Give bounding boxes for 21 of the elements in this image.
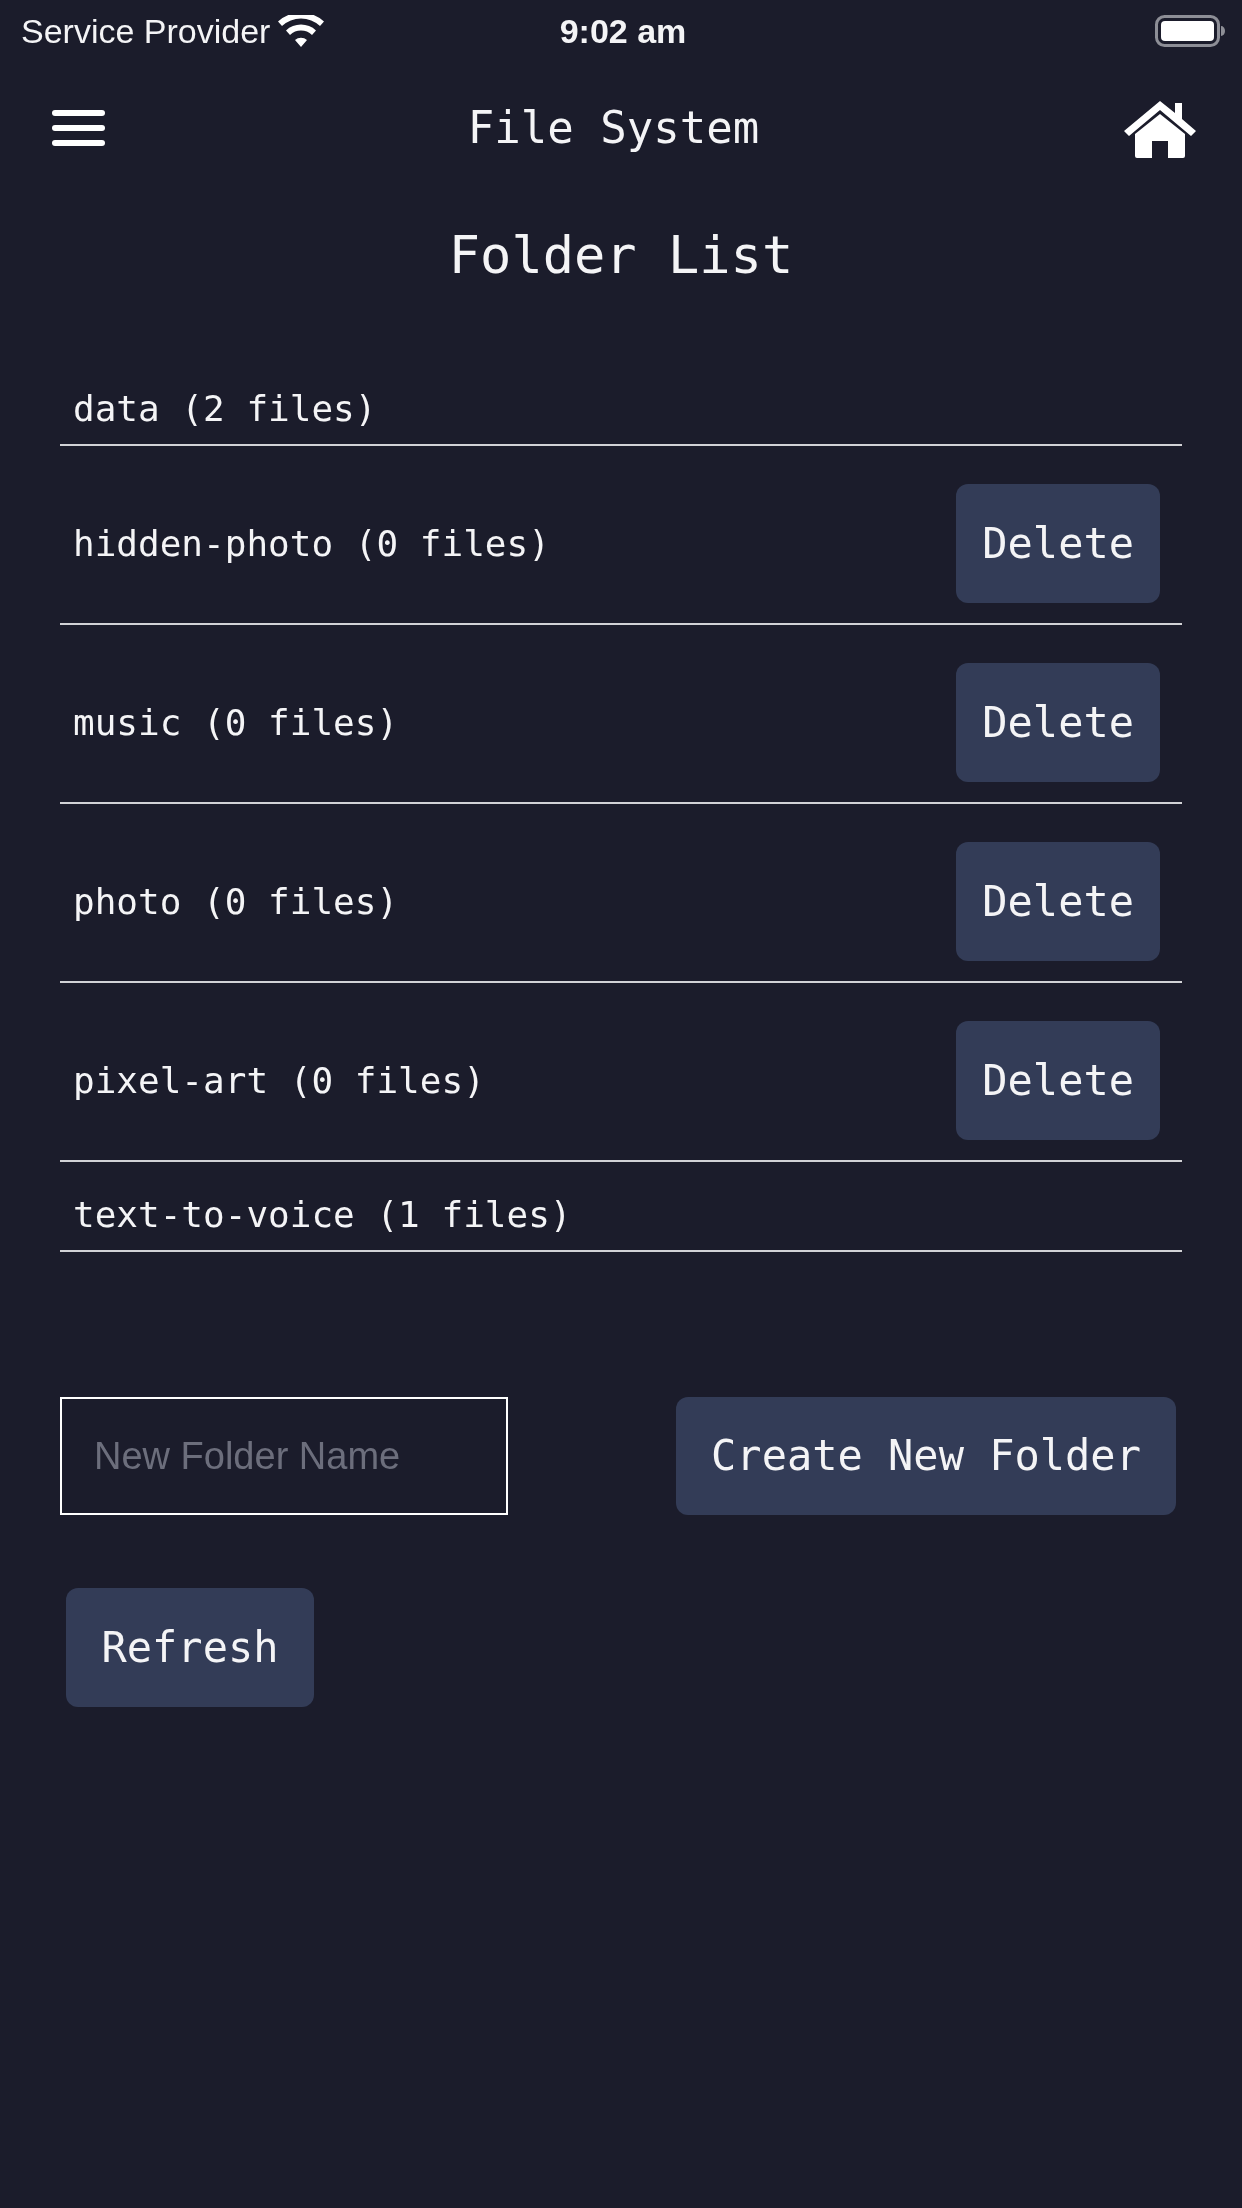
wifi-icon bbox=[278, 15, 325, 47]
delete-button[interactable]: Delete bbox=[956, 663, 1160, 783]
delete-button[interactable]: Delete bbox=[956, 484, 1160, 604]
folder-label: data (2 files) bbox=[73, 387, 377, 431]
page-heading: Folder List bbox=[448, 224, 794, 287]
folder-name-field[interactable]: New Folder Name bbox=[60, 1397, 508, 1516]
refresh-button[interactable]: Refresh bbox=[66, 1588, 314, 1708]
delete-button[interactable]: Delete bbox=[956, 842, 1160, 962]
battery-icon bbox=[1155, 15, 1225, 47]
create-folder-button[interactable]: Create New Folder bbox=[676, 1397, 1176, 1516]
folder-label: music (0 files) bbox=[73, 701, 399, 745]
folder-label: text-to-voice (1 files) bbox=[73, 1193, 572, 1237]
home-icon[interactable] bbox=[1122, 98, 1198, 158]
status-time: 9:02 am bbox=[559, 14, 687, 48]
folder-label: hidden-photo (0 files) bbox=[73, 522, 550, 566]
menu-icon[interactable] bbox=[52, 110, 105, 146]
app-title: File System bbox=[467, 101, 760, 153]
folder-label: pixel-art (0 files) bbox=[73, 1059, 485, 1103]
carrier-name: Service Provider bbox=[21, 14, 271, 48]
folder-label: photo (0 files) bbox=[73, 880, 399, 924]
delete-button[interactable]: Delete bbox=[956, 1021, 1160, 1141]
